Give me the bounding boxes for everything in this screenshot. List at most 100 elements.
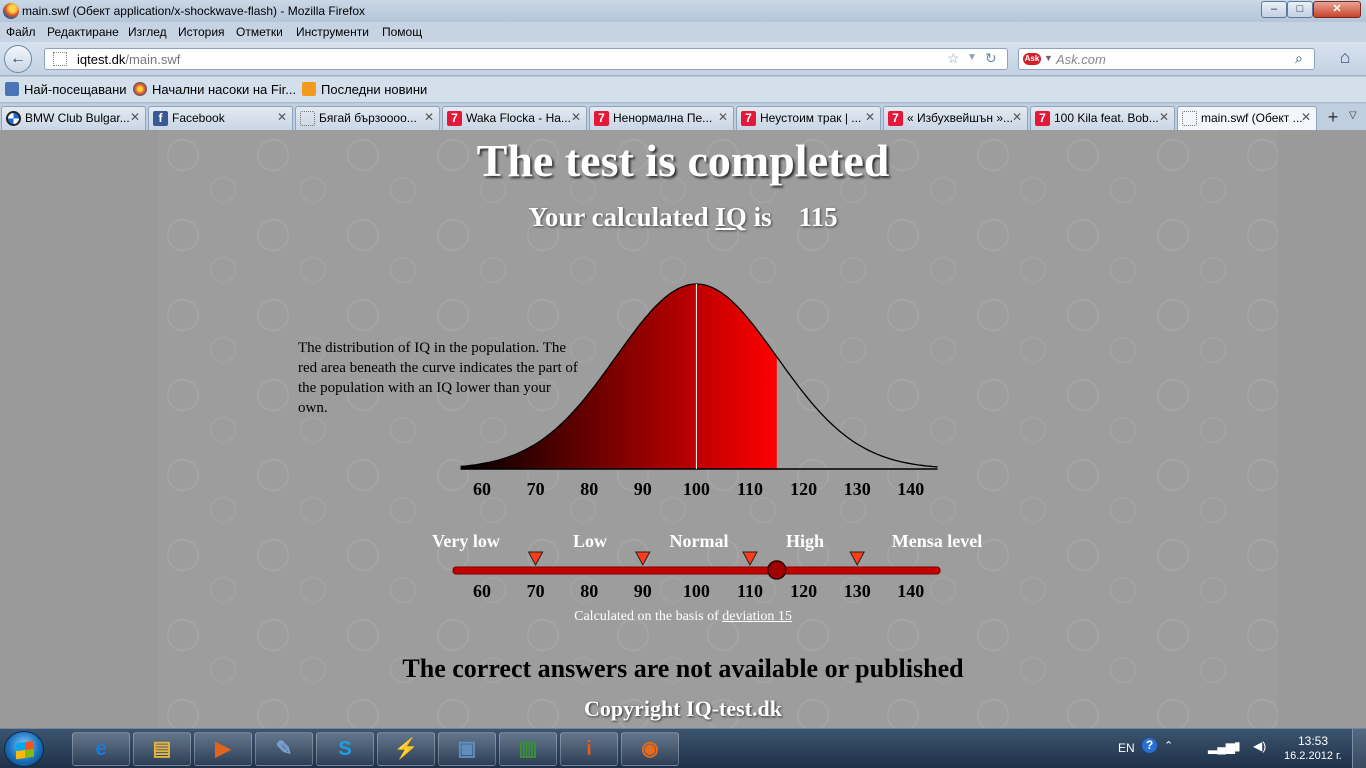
tab-run-fast[interactable]: Бягай бързоооо... ✕ [295,106,440,130]
minimize-button[interactable]: – [1261,1,1287,18]
scale-marker [742,551,758,567]
system-tray: EN ? ⌃ ▂▄▆ ▮ ◀) 13:53 16.2.2012 г. [1108,729,1366,768]
tab-label: 100 Kila feat. Bob... [1054,111,1159,125]
close-tab-icon[interactable]: ✕ [718,110,728,124]
list-all-tabs-button[interactable]: ▽ [1349,110,1357,121]
taskbar-firefox-button[interactable]: ◉ [621,732,679,766]
help-icon[interactable]: ? [1142,738,1157,753]
tab-explosion[interactable]: 7 « Избухвейшън »... ✕ [883,106,1028,130]
tab-main-swf[interactable]: main.swf (Обект ... ✕ [1177,106,1317,130]
deviation-note: Calculated on the basis of deviation 15 [0,609,1366,625]
menu-tools[interactable]: Инструменти [296,25,369,39]
x-tick-label: 120 [790,479,817,499]
show-desktop-button[interactable] [1352,729,1366,768]
menu-edit[interactable]: Редактиране [47,25,119,39]
close-tab-icon[interactable]: ✕ [277,110,287,124]
ask-logo-icon[interactable]: Ask [1023,53,1041,65]
seven-icon: 7 [447,111,462,126]
taskbar-info-button[interactable]: i [560,732,618,766]
back-button[interactable]: ← [4,45,32,73]
tab-100-kila[interactable]: 7 100 Kila feat. Bob... ✕ [1030,106,1175,130]
blank-page-icon [300,111,315,126]
taskbar-winamp-button[interactable]: ⚡ [377,732,435,766]
copyright-text: Copyright IQ-test.dk [583,696,782,721]
network-icon[interactable]: ▂▄▆ [1208,740,1235,754]
search-engine-dropdown-icon[interactable]: ▼ [1044,53,1053,63]
bookmark-most-visited[interactable]: Най-посещавани [5,82,127,97]
close-tab-icon[interactable]: ✕ [1159,110,1169,124]
scale-band-label: Low [573,531,607,551]
firefox-icon [3,3,19,19]
close-button[interactable]: ✕ [1313,1,1361,18]
seven-icon: 7 [888,111,903,126]
tray-expand-icon[interactable]: ⌃ [1164,739,1173,752]
clock-time[interactable]: 13:53 [1298,734,1328,748]
close-tab-icon[interactable]: ✕ [130,110,140,124]
close-tab-icon[interactable]: ✕ [1012,110,1022,124]
search-placeholder[interactable]: Ask.com [1056,52,1106,67]
menu-view[interactable]: Изглед [128,25,167,39]
scale-marker [527,551,544,567]
tab-crazy-song[interactable]: 7 Ненормална Пе... ✕ [589,106,734,130]
power-icon[interactable]: ▮ [1234,739,1241,753]
close-tab-icon[interactable]: ✕ [424,110,434,124]
scale-tick-label: 80 [580,581,598,601]
tab-label: « Избухвейшън »... [907,111,1013,125]
home-icon: ⌂ [1339,47,1351,67]
tab-strip: BMW Club Bulgar... ✕ f Facebook ✕ Бягай бър… [0,104,1366,130]
navigation-bar: ← iqtest.dk/main.swf ☆ ▼ ↻ Ask ▼ Ask.com… [0,42,1366,76]
taskbar-monitor-button[interactable]: ▥ [499,732,557,766]
taskbar-photo-viewer-button[interactable]: ▣ [438,732,496,766]
close-tab-icon[interactable]: ✕ [865,110,875,124]
clock-date[interactable]: 16.2.2012 г. [1284,750,1342,762]
x-tick-label: 70 [527,479,545,499]
home-button[interactable]: ⌂ [1332,47,1358,71]
x-tick-label: 90 [634,479,652,499]
menu-bookmarks[interactable]: Отметки [236,25,283,39]
search-icon[interactable]: ⌕ [1295,50,1303,67]
url-text[interactable]: iqtest.dk/main.swf [77,52,180,67]
site-identity-icon[interactable] [53,52,67,66]
bookmark-star-icon[interactable]: ☆ [947,50,960,67]
search-bar[interactable]: Ask ▼ Ask.com ⌕ [1018,48,1315,70]
deviation-link[interactable]: deviation 15 [722,609,792,624]
tab-facebook[interactable]: f Facebook ✕ [148,106,293,130]
paint-icon: ✎ [275,738,293,760]
language-indicator[interactable]: EN [1118,741,1135,755]
scale-band-label: Very low [432,531,500,551]
taskbar-explorer-button[interactable]: ▤ [133,732,191,766]
x-tick-label: 110 [737,479,763,499]
menu-history[interactable]: История [178,25,225,39]
seven-icon: 7 [594,111,609,126]
start-button[interactable] [4,731,44,767]
bookmark-getting-started[interactable]: Начални насоки на Fir... [133,82,296,97]
taskbar-media-player-button[interactable]: ▶ [194,732,252,766]
bookmark-label: Последни новини [321,82,428,97]
bookmark-latest-news[interactable]: Последни новини [302,82,427,97]
taskbar-skype-button[interactable]: S [316,732,374,766]
media-player-icon: ▶ [215,738,231,760]
bmw-icon [6,111,21,126]
answers-notice: The correct answers are not available or… [402,654,964,683]
volume-icon[interactable]: ◀) [1253,739,1266,753]
tab-waka-flocka[interactable]: 7 Waka Flocka - На... ✕ [442,106,587,130]
close-tab-icon[interactable]: ✕ [571,110,581,124]
scale-tick-label: 90 [634,581,652,601]
menu-help[interactable]: Помощ [382,25,422,39]
reload-icon[interactable]: ↻ [985,50,997,67]
tab-irresistible-track[interactable]: 7 Неустоим трак | ... ✕ [736,106,881,130]
url-path: /main.swf [125,52,181,67]
scale-tick-label: 110 [737,581,763,601]
taskbar-paint-button[interactable]: ✎ [255,732,313,766]
tab-bmw-club[interactable]: BMW Club Bulgar... ✕ [1,106,146,130]
menu-file[interactable]: Файл [6,25,36,39]
maximize-button[interactable]: □ [1287,1,1313,18]
new-tab-button[interactable]: + [1321,106,1345,130]
seven-icon: 7 [741,111,756,126]
rss-icon [302,82,316,96]
history-dropdown-icon[interactable]: ▼ [967,52,977,63]
close-tab-icon[interactable]: ✕ [1301,110,1311,124]
taskbar-internet-explorer-button[interactable]: e [72,732,130,766]
title-bar: main.swf (Обект application/x-shockwave-… [0,0,1366,22]
address-bar[interactable]: iqtest.dk/main.swf ☆ ▼ ↻ [44,48,1008,70]
